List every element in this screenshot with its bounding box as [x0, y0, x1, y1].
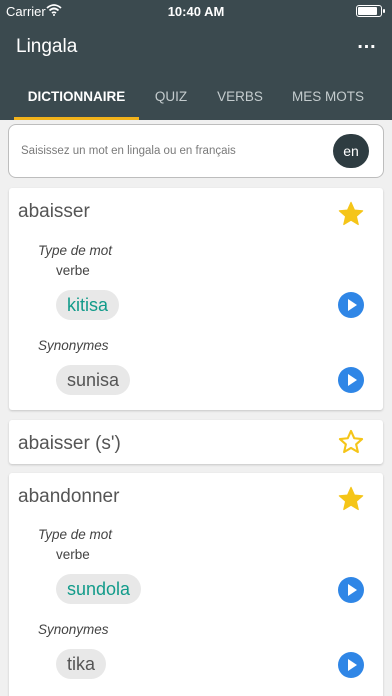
synonym-chip: sunisa [56, 365, 131, 395]
search-input[interactable] [21, 141, 321, 161]
translation-chip: kitisa [56, 290, 120, 320]
language-toggle-button[interactable]: en [333, 134, 369, 168]
tab-verbs[interactable]: VERBS [210, 74, 270, 120]
star-outline-icon[interactable] [337, 428, 365, 456]
star-filled-icon[interactable] [337, 200, 365, 228]
tab-bar: DICTIONNAIRE QUIZ VERBS MES MOTS [0, 74, 392, 120]
play-audio-icon[interactable] [338, 652, 364, 678]
play-audio-icon[interactable] [338, 367, 364, 393]
type-label: Type de mot [38, 243, 113, 258]
entry-word: abandonner [18, 486, 120, 507]
search-box: en [8, 124, 384, 178]
type-value: verbe [56, 547, 90, 562]
clock: 10:40 AM [167, 4, 225, 19]
entry-word: abaisser (s') [18, 433, 121, 454]
tab-quiz[interactable]: QUIZ [146, 74, 196, 120]
synonyms-label: Synonymes [38, 338, 109, 353]
app-title: Lingala [16, 36, 78, 57]
entry-card[interactable]: abandonner Type de mot verbe sundola Syn… [9, 473, 383, 696]
tab-mes-mots[interactable]: MES MOTS [282, 74, 374, 120]
more-options-icon[interactable]: … [354, 32, 380, 56]
synonym-chip: tika [56, 649, 107, 679]
tab-dictionnaire[interactable]: DICTIONNAIRE [14, 74, 139, 120]
star-filled-icon[interactable] [337, 485, 365, 513]
entry-card[interactable]: abaisser (s') [9, 420, 383, 464]
type-label: Type de mot [38, 527, 113, 542]
synonyms-label: Synonymes [38, 622, 109, 637]
play-audio-icon[interactable] [338, 577, 364, 603]
play-audio-icon[interactable] [338, 292, 364, 318]
entry-word: abaisser [18, 201, 90, 222]
translation-chip: sundola [56, 574, 142, 604]
entry-card[interactable]: abaisser Type de mot verbe kitisa Synony… [9, 188, 383, 410]
app-bar: Lingala … DICTIONNAIRE QUIZ VERBS MES MO… [0, 22, 392, 120]
battery-icon [356, 5, 385, 17]
status-bar: Carrier 10:40 AM [0, 0, 392, 22]
type-value: verbe [56, 263, 90, 278]
